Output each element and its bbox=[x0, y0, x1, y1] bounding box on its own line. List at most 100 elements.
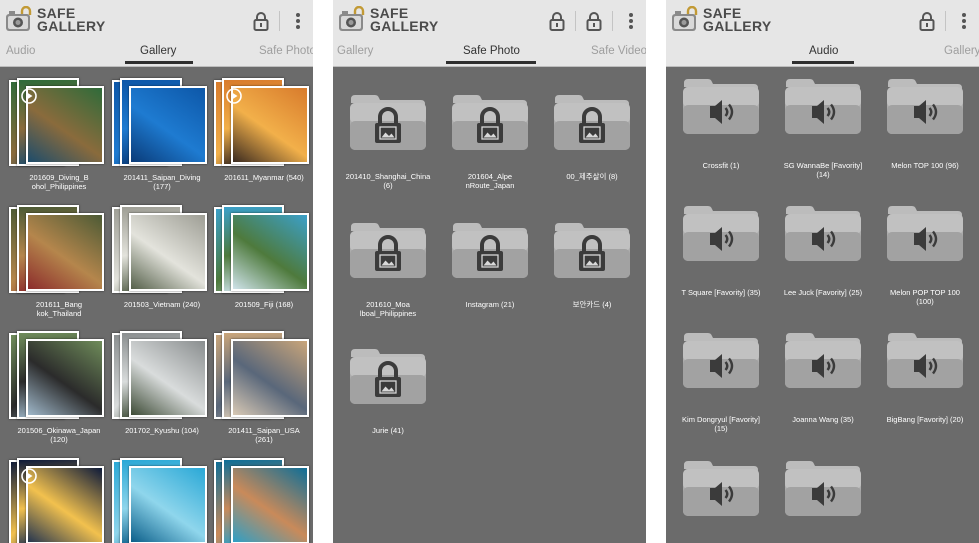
photo-thumbnail bbox=[26, 339, 104, 417]
photo-thumbnail bbox=[231, 213, 309, 291]
audio-grid: Crossfit (1) SG WannaBe [Favority] (14) Me… bbox=[666, 67, 979, 543]
folder-lock-icon bbox=[349, 219, 427, 279]
lock-button[interactable] bbox=[542, 6, 572, 36]
item-label: 201604_Alpe nRoute_Japan bbox=[465, 172, 515, 190]
photo-thumbnail bbox=[231, 466, 309, 543]
play-icon bbox=[226, 88, 242, 104]
item-label: 201610_Moa lboal_Philippines bbox=[359, 300, 417, 318]
album-thumbnail-stack bbox=[112, 203, 212, 295]
folder-speaker-icon bbox=[682, 75, 760, 135]
toolbar-actions bbox=[542, 6, 646, 36]
photo-thumbnail bbox=[129, 213, 207, 291]
album-thumbnail-stack bbox=[112, 76, 212, 168]
item-label: 보안카드 (4) bbox=[572, 300, 612, 309]
folder-speaker-icon bbox=[682, 329, 760, 389]
item-label: SG WannaBe [Favority] (14) bbox=[783, 161, 863, 179]
lock-folder-button[interactable] bbox=[579, 6, 609, 36]
item-label: Instagram (21) bbox=[465, 300, 515, 309]
app-title: SAFE GALLERY bbox=[370, 5, 439, 34]
app-title: SAFE GALLERY bbox=[37, 5, 106, 34]
folder-speaker-icon bbox=[886, 75, 964, 135]
tab-indicator bbox=[125, 61, 193, 64]
folder-speaker-icon bbox=[784, 457, 862, 517]
tab-safe-photo[interactable]: Safe Photo bbox=[259, 42, 313, 60]
toolbar-divider bbox=[612, 11, 613, 31]
item-label: 201411_Saipan_Diving (177) bbox=[123, 173, 201, 191]
photo-thumbnail bbox=[26, 213, 104, 291]
folder-lock-icon bbox=[553, 219, 631, 279]
folder-speaker-icon bbox=[886, 329, 964, 389]
item-label: 201702_Kyushu (104) bbox=[125, 426, 199, 435]
tab-gallery[interactable]: Gallery bbox=[337, 42, 373, 60]
photo-thumbnail bbox=[26, 466, 104, 543]
item-label: Lee Juck [Favority] (25) bbox=[783, 288, 863, 297]
lock-icon bbox=[549, 12, 565, 31]
screen-gallery: SAFE GALLERY Audio Gallery Safe Photo 20… bbox=[0, 0, 313, 543]
album-thumbnail-stack bbox=[214, 329, 313, 421]
folder-lock-icon bbox=[451, 91, 529, 151]
tab-gallery[interactable]: Gallery bbox=[140, 42, 176, 60]
safe-camera-logo-icon bbox=[671, 5, 699, 34]
folder-speaker-icon bbox=[682, 457, 760, 517]
item-label: Melon TOP 100 (96) bbox=[891, 161, 959, 170]
overflow-menu-button[interactable] bbox=[283, 6, 313, 36]
photo-thumbnail bbox=[231, 86, 309, 164]
item-label: T Square [Favority] (35) bbox=[681, 288, 761, 297]
folder-lock-icon bbox=[349, 91, 427, 151]
lock-icon bbox=[586, 12, 602, 31]
more-vert-icon bbox=[629, 13, 633, 29]
folder-speaker-icon bbox=[784, 329, 862, 389]
more-vert-icon bbox=[962, 13, 966, 29]
album-thumbnail-stack bbox=[9, 329, 109, 421]
tab-audio[interactable]: Audio bbox=[6, 42, 35, 60]
album-thumbnail-stack bbox=[214, 456, 313, 543]
item-label: 201611_Bang kok_Thailand bbox=[35, 300, 83, 318]
folder-speaker-icon bbox=[784, 75, 862, 135]
album-thumbnail-stack bbox=[9, 76, 109, 168]
lock-icon bbox=[253, 12, 269, 31]
album-thumbnail-stack bbox=[214, 203, 313, 295]
photo-thumbnail bbox=[231, 339, 309, 417]
screen-safe-photo: SAFE GALLERY Gallery Safe Photo Safe Vid… bbox=[333, 0, 646, 543]
app-title: SAFE GALLERY bbox=[703, 5, 772, 34]
album-thumbnail-stack bbox=[9, 456, 109, 543]
item-label: BigBang [Favority] (20) bbox=[886, 415, 964, 424]
tab-safe-photo[interactable]: Safe Photo bbox=[463, 42, 520, 60]
safe-camera-logo-icon bbox=[338, 5, 366, 34]
folder-lock-icon bbox=[451, 219, 529, 279]
safe-camera-logo-icon bbox=[5, 5, 33, 34]
toolbar-divider bbox=[279, 11, 280, 31]
overflow-menu-button[interactable] bbox=[949, 6, 979, 36]
photo-thumbnail bbox=[129, 466, 207, 543]
item-label: 201611_Myanmar (540) bbox=[224, 173, 304, 182]
tab-safe-video[interactable]: Safe Video bbox=[591, 42, 646, 60]
item-label: Melon POP TOP 100 (100) bbox=[890, 288, 960, 306]
item-label: Joanna Wang (35) bbox=[792, 415, 854, 424]
album-thumbnail-stack bbox=[112, 456, 212, 543]
more-vert-icon bbox=[296, 13, 300, 29]
tab-gallery[interactable]: Gallery bbox=[944, 42, 979, 60]
toolbar-divider bbox=[575, 11, 576, 31]
item-label: 201509_Fiji (168) bbox=[234, 300, 294, 309]
gallery-grid: 201609_Diving_B ohol_Philippines 201411_S… bbox=[0, 67, 313, 543]
overflow-menu-button[interactable] bbox=[616, 6, 646, 36]
album-thumbnail-stack bbox=[9, 203, 109, 295]
item-label: Crossfit (1) bbox=[702, 161, 740, 170]
photo-thumbnail bbox=[129, 339, 207, 417]
safe-photo-grid: 201410_Shanghai_China (6) 201604_Alpe nRo… bbox=[333, 67, 646, 543]
tab-indicator bbox=[446, 61, 536, 64]
lock-button[interactable] bbox=[246, 6, 276, 36]
lock-button[interactable] bbox=[912, 6, 942, 36]
toolbar-actions bbox=[912, 6, 979, 36]
item-label: 201411_Saipan_USA (261) bbox=[228, 426, 300, 444]
item-label: Jurie (41) bbox=[372, 426, 404, 435]
folder-speaker-icon bbox=[886, 202, 964, 262]
item-label: 201410_Shanghai_China (6) bbox=[345, 172, 431, 190]
folder-speaker-icon bbox=[784, 202, 862, 262]
item-label: 201609_Diving_B ohol_Philippines bbox=[29, 173, 89, 191]
play-icon bbox=[21, 88, 37, 104]
item-label: Kim Dongryul [Favority] (15) bbox=[682, 415, 760, 433]
toolbar-actions bbox=[246, 6, 313, 36]
tab-audio[interactable]: Audio bbox=[809, 42, 838, 60]
album-thumbnail-stack bbox=[112, 329, 212, 421]
